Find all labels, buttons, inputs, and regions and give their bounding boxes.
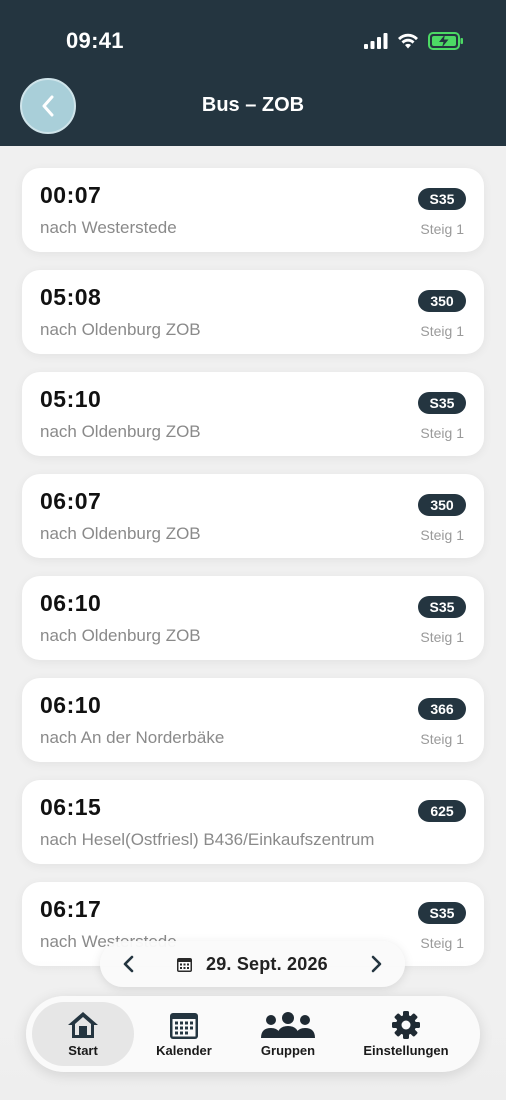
departure-card[interactable]: 05:10 nach Oldenburg ZOB S35 Steig 1 bbox=[22, 372, 484, 456]
tab-label: Kalender bbox=[156, 1043, 212, 1058]
departure-destination: nach Oldenburg ZOB bbox=[40, 320, 201, 339]
signal-icon bbox=[364, 33, 388, 49]
line-badge: S35 bbox=[418, 596, 466, 618]
platform-label: Steig 1 bbox=[420, 425, 464, 441]
calendar-icon bbox=[177, 958, 192, 972]
line-badge: 366 bbox=[418, 698, 466, 720]
line-badge: S35 bbox=[418, 188, 466, 210]
departure-time: 05:10 bbox=[40, 386, 102, 412]
departure-card[interactable]: 05:08 nach Oldenburg ZOB 350 Steig 1 bbox=[22, 270, 484, 354]
departure-card[interactable]: 06:07 nach Oldenburg ZOB 350 Steig 1 bbox=[22, 474, 484, 558]
calendar-icon bbox=[170, 1013, 198, 1039]
gear-icon bbox=[392, 1011, 420, 1039]
date-selector: 29. Sept. 2026 bbox=[100, 941, 405, 987]
departure-time: 06:15 bbox=[40, 794, 102, 820]
departure-destination: nach Oldenburg ZOB bbox=[40, 524, 201, 543]
departure-card[interactable]: 00:07 nach Westerstede S35 Steig 1 bbox=[22, 168, 484, 252]
line-badge: 625 bbox=[418, 800, 466, 822]
tab-label: Einstellungen bbox=[363, 1043, 449, 1058]
platform-label: Steig 1 bbox=[420, 731, 464, 747]
tab-einstellungen[interactable]: Einstellungen bbox=[356, 1002, 456, 1066]
platform-label: Steig 1 bbox=[420, 221, 464, 237]
next-day-button[interactable] bbox=[365, 953, 387, 975]
platform-label: Steig 1 bbox=[420, 629, 464, 645]
departure-time: 05:08 bbox=[40, 284, 102, 310]
status-time: 09:41 bbox=[66, 28, 124, 53]
departure-destination: nach Oldenburg ZOB bbox=[40, 422, 201, 441]
line-badge: 350 bbox=[418, 290, 466, 312]
tab-bar: Start Kalender Gruppen Einstellungen bbox=[26, 996, 480, 1072]
line-badge: S35 bbox=[418, 392, 466, 414]
departure-time: 06:10 bbox=[40, 590, 102, 616]
previous-day-button[interactable] bbox=[118, 953, 140, 975]
status-icons bbox=[364, 32, 464, 50]
departure-destination: nach Oldenburg ZOB bbox=[40, 626, 201, 645]
battery-charging-icon bbox=[428, 32, 463, 50]
departure-card[interactable]: 06:10 nach An der Norderbäke 366 Steig 1 bbox=[22, 678, 484, 762]
tab-label: Gruppen bbox=[260, 1043, 316, 1058]
departure-time: 06:07 bbox=[40, 488, 102, 514]
tab-gruppen[interactable]: Gruppen bbox=[238, 1002, 338, 1066]
page-title: Bus – ZOB bbox=[201, 94, 305, 116]
departure-destination: nach Westerstede bbox=[40, 218, 177, 237]
departure-time: 06:17 bbox=[40, 896, 102, 922]
departure-card[interactable]: 06:15 nach Hesel(Ostfriesl) B436/Einkauf… bbox=[22, 780, 484, 864]
platform-label: Steig 1 bbox=[420, 527, 464, 543]
departure-time: 06:10 bbox=[40, 692, 102, 718]
departure-destination: nach An der Norderbäke bbox=[40, 728, 225, 747]
header: 09:41 Bus – ZOB bbox=[0, 0, 506, 146]
platform-label: Steig 1 bbox=[420, 935, 464, 951]
home-icon bbox=[68, 1012, 98, 1038]
platform-label: Steig 1 bbox=[420, 323, 464, 339]
line-badge: 350 bbox=[418, 494, 466, 516]
tab-kalender[interactable]: Kalender bbox=[134, 1002, 234, 1066]
group-icon bbox=[261, 1012, 315, 1038]
line-badge: S35 bbox=[418, 902, 466, 924]
tab-start[interactable]: Start bbox=[32, 1002, 134, 1066]
date-label[interactable]: 29. Sept. 2026 bbox=[206, 954, 328, 975]
departure-card[interactable]: 06:10 nach Oldenburg ZOB S35 Steig 1 bbox=[22, 576, 484, 660]
departure-time: 00:07 bbox=[40, 182, 102, 208]
wifi-icon bbox=[398, 33, 418, 49]
departure-destination: nach Hesel(Ostfriesl) B436/Einkaufszentr… bbox=[40, 830, 375, 849]
tab-label: Start bbox=[68, 1043, 98, 1058]
